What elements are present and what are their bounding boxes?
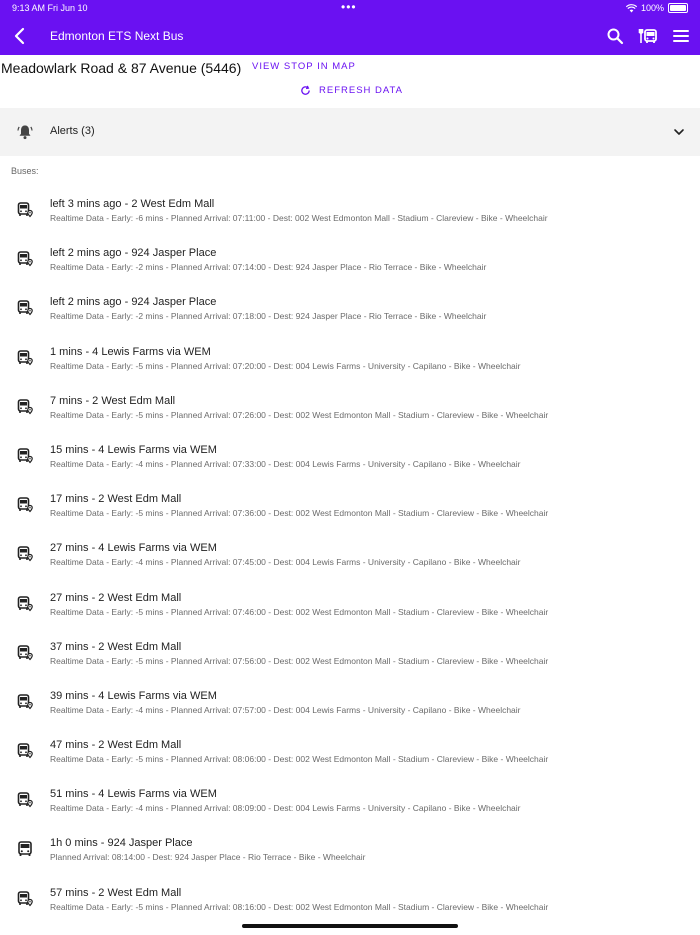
bus-list-item[interactable]: 51 mins - 4 Lewis Farms via WEM Realtime …: [0, 787, 700, 836]
bus-arrival-title: 39 mins - 4 Lewis Farms via WEM: [50, 689, 217, 702]
bus-arrival-title: 37 mins - 2 West Edm Mall: [50, 640, 182, 653]
bus-list-item[interactable]: 27 mins - 2 West Edm Mall Realtime Data -…: [0, 591, 700, 640]
bus-arrival-title: 51 mins - 4 Lewis Farms via WEM: [50, 788, 217, 801]
bus-list-item[interactable]: 17 mins - 2 West Edm Mall Realtime Data -…: [0, 492, 700, 541]
bus-list-item[interactable]: 15 mins - 4 Lewis Farms via WEM Realtime …: [0, 443, 700, 492]
wifi-icon: [625, 3, 637, 12]
bus-realtime-icon: [17, 202, 33, 218]
battery-percent: 100%: [640, 3, 664, 13]
bus-list: left 3 mins ago - 2 West Edm Mall Realtim…: [0, 197, 700, 935]
app-bar: 9:13 AM Fri Jun 10 ••• 100% Edmonton ETS…: [0, 0, 700, 55]
bus-realtime-icon: [17, 251, 33, 267]
chevron-left-icon: [14, 27, 25, 45]
bus-list-item[interactable]: left 2 mins ago - 924 Jasper Place Realti…: [0, 295, 700, 344]
refresh-data-label: REFRESH DATA: [319, 85, 403, 96]
bus-list-item[interactable]: 1h 0 mins - 924 Jasper Place Planned Arri…: [0, 836, 700, 885]
bus-arrival-detail: Realtime Data - Early: -2 mins - Planned…: [50, 262, 487, 273]
refresh-data-button[interactable]: REFRESH DATA: [300, 85, 403, 96]
bus-arrival-detail: Realtime Data - Early: -5 mins - Planned…: [50, 655, 549, 666]
alerts-label: Alerts (3): [50, 125, 95, 137]
bus-realtime-icon: [17, 398, 33, 415]
bus-arrival-detail: Realtime Data - Early: -5 mins - Planned…: [50, 901, 549, 912]
bus-arrival-detail: Realtime Data - Early: -4 mins - Planned…: [50, 803, 521, 814]
bus-arrival-detail: Realtime Data - Early: -4 mins - Planned…: [50, 704, 521, 715]
bus-arrival-detail: Realtime Data - Early: -2 mins - Planned…: [50, 311, 487, 322]
bus-arrival-detail: Realtime Data - Early: -5 mins - Planned…: [50, 409, 549, 420]
bus-list-item[interactable]: 27 mins - 4 Lewis Farms via WEM Realtime …: [0, 541, 700, 590]
bus-arrival-title: 15 mins - 4 Lewis Farms via WEM: [50, 443, 217, 456]
alerts-panel[interactable]: Alerts (3): [0, 108, 700, 156]
home-indicator[interactable]: [242, 924, 458, 928]
bus-list-item[interactable]: 7 mins - 2 West Edm Mall Realtime Data - …: [0, 394, 700, 443]
bus-arrival-title: left 3 mins ago - 2 West Edm Mall: [50, 198, 215, 210]
status-right: 100%: [625, 3, 688, 13]
multitask-dots[interactable]: •••: [341, 0, 357, 14]
bus-arrival-title: 1 mins - 4 Lewis Farms via WEM: [50, 345, 211, 358]
bus-arrival-title: 57 mins - 2 West Edm Mall: [50, 886, 182, 899]
bus-route-button[interactable]: [636, 24, 660, 48]
bus-arrival-detail: Realtime Data - Early: -5 mins - Planned…: [50, 360, 521, 371]
bus-realtime-icon: [17, 595, 33, 611]
bus-list-item[interactable]: 37 mins - 2 West Edm Mall Realtime Data -…: [0, 640, 700, 689]
bus-list-item[interactable]: 47 mins - 2 West Edm Mall Realtime Data -…: [0, 738, 700, 787]
bus-realtime-icon: [17, 792, 33, 808]
status-time: 9:13 AM Fri Jun 10: [12, 3, 88, 13]
refresh-icon: [301, 85, 310, 95]
search-button[interactable]: [603, 24, 627, 48]
menu-button[interactable]: [669, 24, 693, 48]
bus-realtime-icon: [17, 300, 33, 316]
bus-realtime-icon: [17, 743, 33, 759]
status-bar: 9:13 AM Fri Jun 10 ••• 100%: [0, 0, 700, 16]
bus-list-item[interactable]: left 3 mins ago - 2 West Edm Mall Realtim…: [0, 197, 700, 246]
buses-section-label: Buses:: [11, 166, 39, 176]
bell-icon: [17, 125, 33, 140]
bus-list-item[interactable]: 1 mins - 4 Lewis Farms via WEM Realtime D…: [0, 345, 700, 394]
bus-arrival-title: 7 mins - 2 West Edm Mall: [50, 394, 176, 407]
search-icon: [607, 28, 624, 45]
back-button[interactable]: [8, 24, 32, 48]
bus-list-item[interactable]: 39 mins - 4 Lewis Farms via WEM Realtime …: [0, 689, 700, 738]
bus-arrival-title: 47 mins - 2 West Edm Mall: [50, 739, 182, 752]
bus-arrival-title: 27 mins - 2 West Edm Mall: [50, 591, 182, 604]
bus-arrival-title: left 2 mins ago - 924 Jasper Place: [50, 247, 217, 260]
bus-arrival-detail: Realtime Data - Early: -6 mins - Planned…: [50, 213, 548, 223]
menu-icon: [673, 30, 689, 42]
bus-list-item[interactable]: left 2 mins ago - 924 Jasper Place Realti…: [0, 246, 700, 295]
bus-icon: [18, 841, 32, 857]
bus-arrival-title: left 2 mins ago - 924 Jasper Place: [50, 296, 217, 309]
bus-realtime-icon: [17, 497, 33, 513]
battery-icon: [668, 3, 688, 13]
app-title: Edmonton ETS Next Bus: [50, 29, 184, 43]
bus-arrival-title: 17 mins - 2 West Edm Mall: [50, 493, 182, 506]
bus-realtime-icon: [17, 448, 33, 464]
bus-realtime-icon: [17, 349, 33, 365]
chevron-down-icon[interactable]: [672, 125, 686, 139]
bus-arrival-detail: Planned Arrival: 08:14:00 - Dest: 924 Ja…: [50, 852, 366, 863]
bus-realtime-icon: [17, 546, 33, 562]
bus-arrival-detail: Realtime Data - Early: -5 mins - Planned…: [50, 754, 549, 765]
bus-arrival-detail: Realtime Data - Early: -4 mins - Planned…: [50, 557, 521, 568]
bus-arrival-title: 1h 0 mins - 924 Jasper Place: [50, 837, 193, 850]
bus-realtime-icon: [17, 890, 33, 907]
bus-realtime-icon: [17, 694, 33, 710]
bus-arrival-title: 27 mins - 4 Lewis Farms via WEM: [50, 542, 217, 555]
bus-route-icon: [638, 29, 657, 43]
bus-arrival-detail: Realtime Data - Early: -5 mins - Planned…: [50, 508, 549, 519]
bus-arrival-detail: Realtime Data - Early: -5 mins - Planned…: [50, 606, 549, 617]
bus-realtime-icon: [17, 644, 33, 661]
stop-title: Meadowlark Road & 87 Avenue (5446): [1, 60, 242, 76]
bus-arrival-detail: Realtime Data - Early: -4 mins - Planned…: [50, 458, 521, 469]
view-stop-in-map-button[interactable]: VIEW STOP IN MAP: [252, 61, 356, 72]
